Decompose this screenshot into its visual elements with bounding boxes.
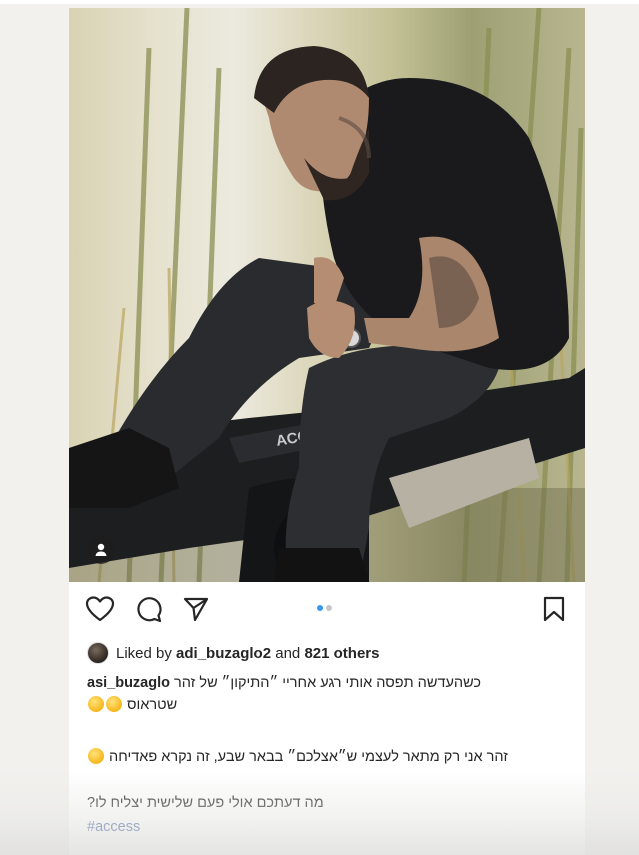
share-button[interactable] — [178, 591, 214, 627]
carousel-dot — [326, 605, 332, 611]
liker-avatar[interactable] — [87, 642, 109, 664]
user-tag-button[interactable] — [87, 536, 115, 564]
caption-text-4: מה דעתכם אולי פעם שלישית יצליח לו? — [87, 795, 324, 811]
caption-text-2: שטראוס — [127, 697, 178, 713]
likes-conjunction: and — [275, 644, 301, 662]
bookmark-icon — [543, 596, 565, 622]
comment-bubble-icon — [137, 597, 162, 623]
post-actions-bar — [69, 591, 585, 627]
rofl-emoji-icon — [88, 696, 104, 712]
person-icon — [95, 543, 107, 556]
post-photo[interactable]: ACC — [69, 8, 585, 582]
carousel-indicator — [312, 605, 342, 613]
caption-line-3: זהר אני רק מתאר לעצמי ש״אצלכם״ בבאר שבע,… — [87, 746, 508, 768]
carousel-dot-active — [317, 605, 323, 611]
save-button[interactable] — [536, 591, 572, 627]
rofl-emoji-icon — [106, 696, 122, 712]
caption-text-3: זהר אני רק מתאר לעצמי ש״אצלכם״ בבאר שבע,… — [109, 749, 508, 765]
caption-text-1: כשהעדשה תפסה אותי רגע אחריי ״התיקון״ של … — [174, 675, 482, 691]
photo-illustration: ACC — [69, 8, 585, 582]
flushed-emoji-icon — [88, 748, 104, 764]
caption-line-2: שטראוס — [87, 694, 177, 716]
instagram-post-card: ACC Liked by adi_buzaglo2 and 821 others… — [69, 8, 585, 855]
like-button[interactable] — [82, 591, 118, 627]
paper-plane-icon — [183, 597, 209, 622]
caption-line-1: asi_buzaglo כשהעדשה תפסה אותי רגע אחריי … — [87, 672, 481, 694]
top-strip — [0, 0, 639, 4]
caption-hashtag[interactable]: #access — [87, 819, 140, 835]
caption-username[interactable]: asi_buzaglo — [87, 675, 170, 691]
caption-line-5: #access — [87, 816, 140, 838]
likes-prefix: Liked by — [116, 644, 172, 662]
likes-summary: Liked by adi_buzaglo2 and 821 others — [87, 641, 380, 665]
comment-button[interactable] — [130, 591, 166, 627]
likes-others-link[interactable]: 821 others — [304, 645, 379, 662]
liker-username[interactable]: adi_buzaglo2 — [176, 645, 271, 662]
heart-icon — [85, 596, 115, 622]
caption-line-4: מה דעתכם אולי פעם שלישית יצליח לו? — [87, 792, 324, 814]
